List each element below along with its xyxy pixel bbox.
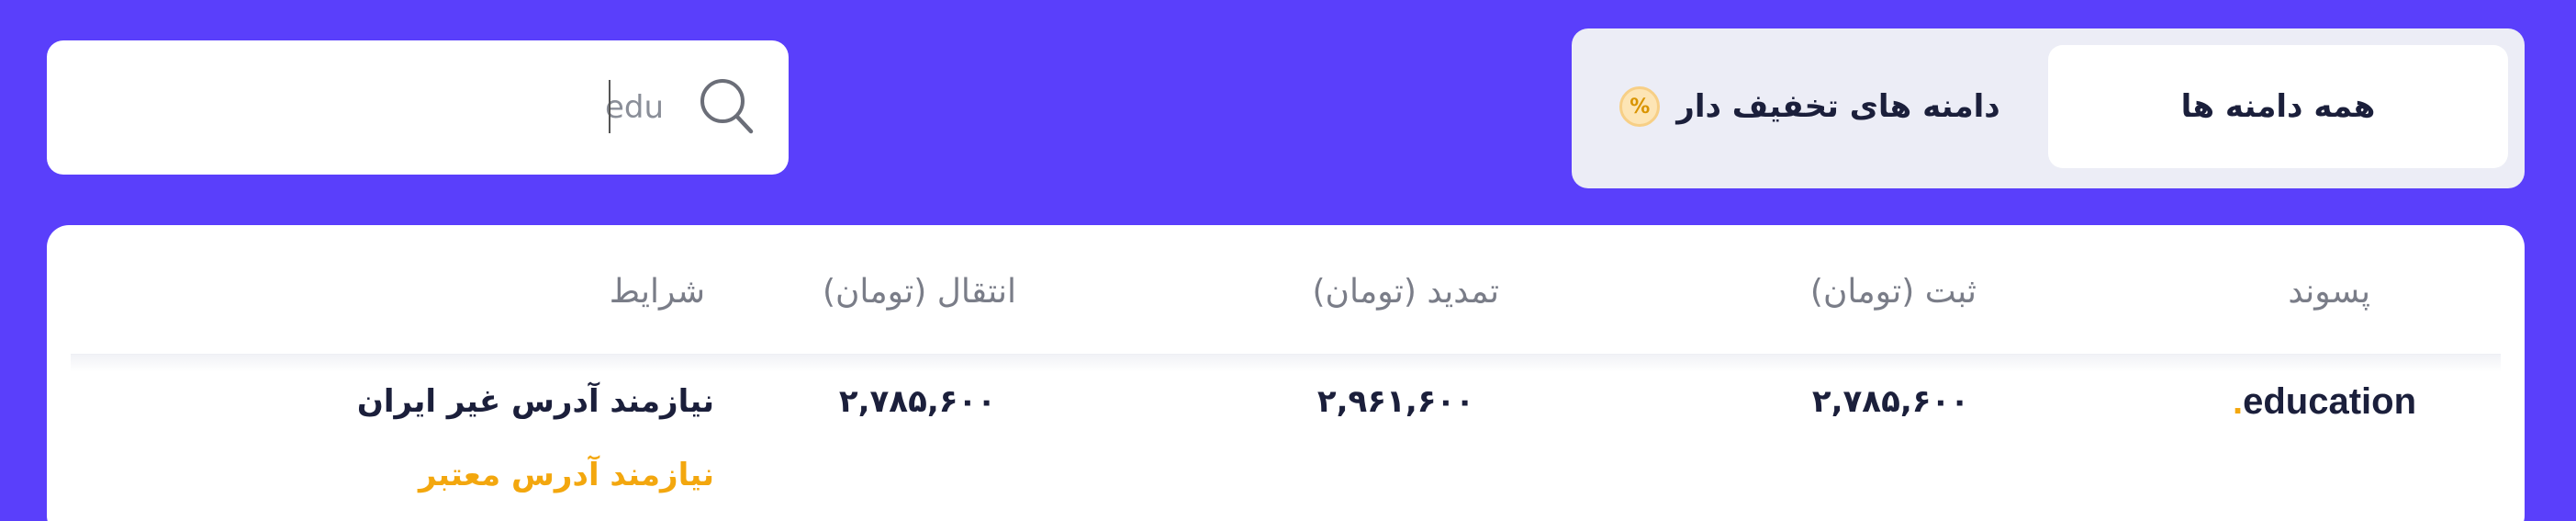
header-extension: پسوند: [2288, 273, 2370, 311]
search-box[interactable]: edu: [47, 40, 789, 175]
discount-percent-icon: %: [1619, 86, 1661, 127]
transfer-price: ۲,۷۸۵,۶۰۰: [838, 383, 996, 420]
domain-filter-tabs: % دامنه های تخفیف دار همه دامنه ها: [1572, 28, 2525, 188]
domain-extension[interactable]: .education: [2233, 381, 2416, 423]
tab-discounted-domains-label: دامنه های تخفیف دار: [1676, 88, 2000, 125]
search-icon[interactable]: [699, 77, 754, 134]
header-divider: [71, 354, 2501, 372]
tab-all-domains[interactable]: همه دامنه ها: [2048, 45, 2508, 168]
header-renew: تمدید (تومان): [1312, 273, 1499, 311]
tab-all-domains-label: همه دامنه ها: [2180, 88, 2376, 125]
domain-price-table: پسوند ثبت (تومان) تمدید (تومان) انتقال (…: [47, 225, 2525, 521]
search-input[interactable]: edu: [605, 40, 664, 175]
tab-discounted-domains[interactable]: % دامنه های تخفیف دار: [1572, 45, 2048, 168]
domain-extension-text: education: [2243, 381, 2416, 422]
domain-pricing-page: edu % دامنه های تخفیف دار همه دامنه ها پ…: [0, 0, 2576, 521]
header-register: ثبت (تومان): [1809, 273, 1977, 311]
register-price: ۲,۷۸۵,۶۰۰: [1811, 383, 1969, 420]
domain-dot: .: [2232, 381, 2244, 422]
text-caret: [609, 80, 610, 133]
header-transfer: انتقال (تومان): [822, 273, 1016, 311]
condition-non-iran-address: نیازمند آدرس غیر ایران: [356, 383, 714, 420]
renew-price: ۲,۹۶۱,۶۰۰: [1316, 383, 1474, 420]
header-conditions: شرایط: [609, 273, 705, 311]
condition-valid-address: نیازمند آدرس معتبر: [419, 457, 714, 493]
